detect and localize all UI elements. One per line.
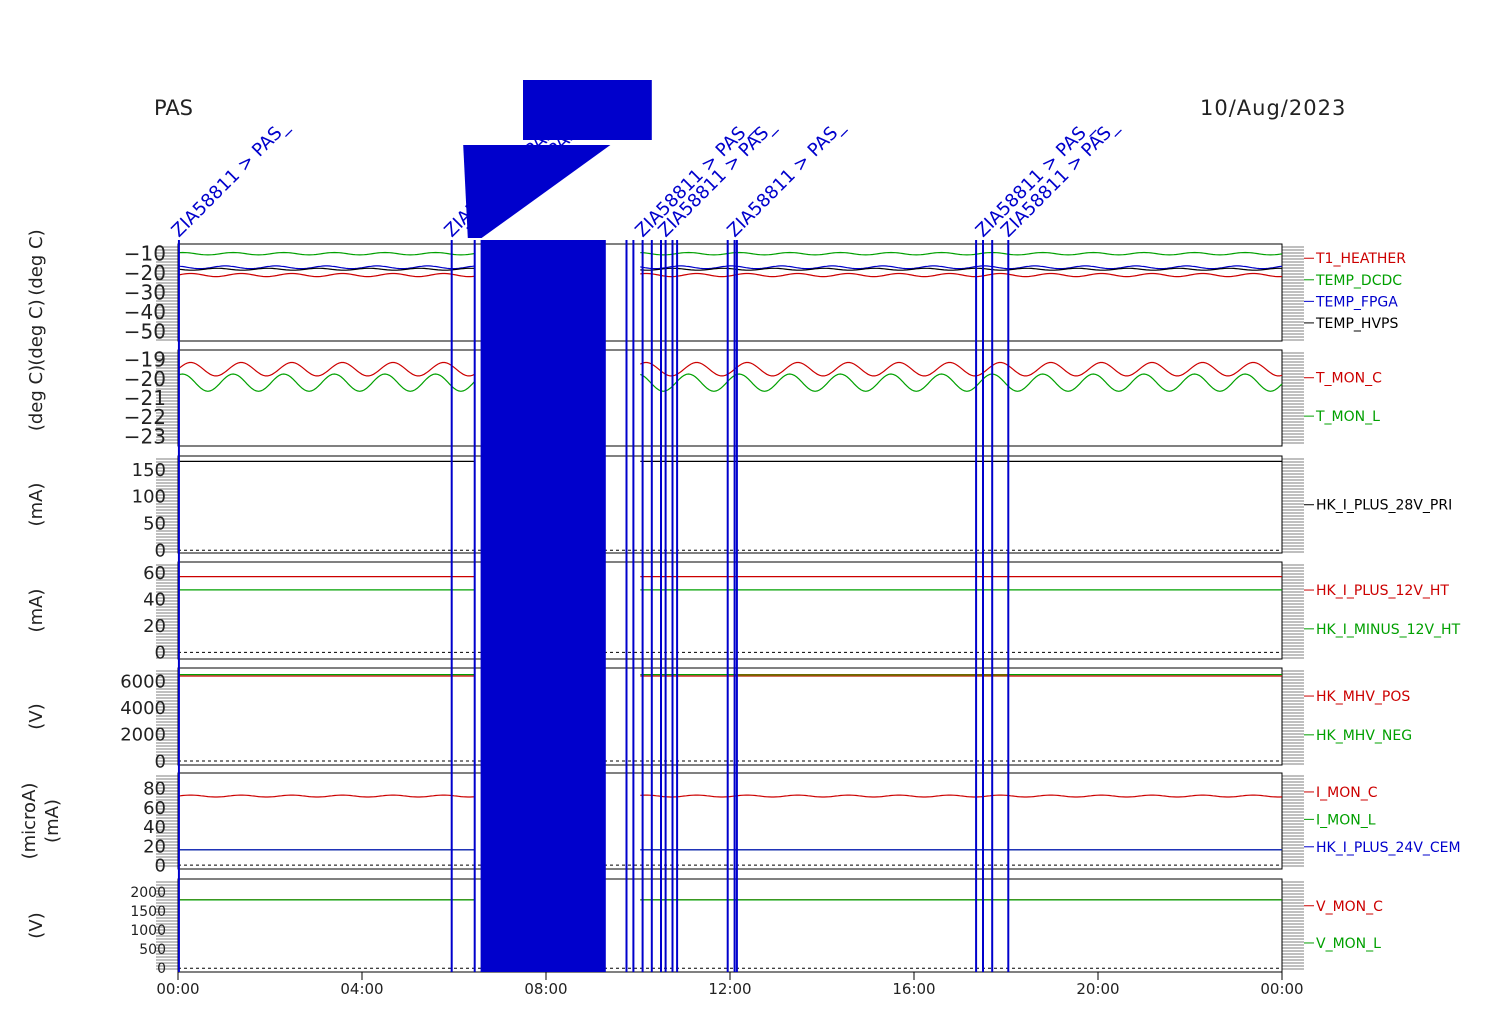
y-axis-label: (microA) bbox=[19, 783, 40, 860]
y-tick-label: 1000 bbox=[130, 923, 166, 939]
y-tick-label: 80 bbox=[143, 779, 166, 800]
panel-frame bbox=[177, 243, 1283, 342]
x-tick-label: 00:00 bbox=[156, 980, 199, 998]
event-label: ZIA58811 > PAS_ bbox=[997, 116, 1123, 242]
event-label: ZIA58811 > PAS_ bbox=[654, 116, 780, 242]
y-tick-label: 0 bbox=[155, 541, 166, 562]
x-tick-label: 12:00 bbox=[708, 980, 751, 998]
x-tick-label: 16:00 bbox=[892, 980, 935, 998]
dense-event-block bbox=[481, 240, 606, 972]
x-tick-label: 20:00 bbox=[1076, 980, 1119, 998]
y-axis-label: (mA) bbox=[26, 483, 47, 527]
legend-label: I_MON_L bbox=[1316, 812, 1376, 828]
y-tick-label: 500 bbox=[139, 942, 166, 958]
y-tick-label: 20 bbox=[143, 836, 166, 857]
y-tick-label: 60 bbox=[143, 798, 166, 819]
legend-label: HK_MHV_NEG bbox=[1316, 728, 1412, 744]
y-tick-label: 2000 bbox=[120, 725, 166, 746]
y-axis-label-secondary: (deg C) bbox=[26, 229, 47, 295]
x-tick-label: 08:00 bbox=[524, 980, 567, 998]
y-tick-label: 0 bbox=[155, 855, 166, 876]
legend-label: T_MON_L bbox=[1315, 409, 1380, 425]
y-tick-label: 0 bbox=[155, 751, 166, 772]
y-axis-label: (deg C) bbox=[26, 365, 47, 431]
y-axis-label: (V) bbox=[26, 703, 47, 729]
series-line bbox=[177, 272, 475, 278]
y-axis-label-secondary: (mA) bbox=[42, 799, 63, 843]
legend-label: TEMP_FPGA bbox=[1315, 294, 1398, 310]
panel-frame bbox=[177, 878, 1283, 973]
y-tick-label: 20 bbox=[143, 616, 166, 637]
housekeeping-stacked-chart: −10−20−30−40−50(deg C)(deg C) T1_HEATHERT… bbox=[19, 80, 1461, 998]
legend-label: TEMP_HVPS bbox=[1315, 316, 1398, 332]
event-label: ZIA58811 > PAS_ bbox=[168, 116, 294, 242]
y-axis-label: (deg C) bbox=[26, 299, 47, 365]
event-label-cluster bbox=[523, 80, 652, 140]
y-tick-label: 100 bbox=[132, 487, 166, 508]
y-tick-label: 40 bbox=[143, 590, 166, 611]
legend-label: HK_I_PLUS_12V_HT bbox=[1316, 583, 1449, 599]
panel-frame bbox=[177, 455, 1283, 554]
panel-frame bbox=[177, 772, 1283, 870]
x-tick-label: 00:00 bbox=[1260, 980, 1303, 998]
series-line bbox=[177, 361, 475, 377]
x-tick-label: 04:00 bbox=[340, 980, 383, 998]
series-line bbox=[177, 251, 475, 256]
y-tick-label: 40 bbox=[143, 817, 166, 838]
y-tick-label: 6000 bbox=[120, 672, 166, 693]
event-label-cluster bbox=[463, 145, 611, 238]
legend-label: V_MON_C bbox=[1316, 899, 1383, 915]
y-tick-label: −23 bbox=[124, 424, 166, 448]
series-line bbox=[177, 267, 475, 271]
y-tick-label: −50 bbox=[124, 319, 166, 343]
event-label: ZIA58811 > PAS_ bbox=[972, 116, 1098, 242]
legend-label: T_MON_C bbox=[1315, 371, 1382, 387]
panel-frame bbox=[177, 667, 1283, 766]
series-line bbox=[177, 794, 475, 798]
legend-label: HK_MHV_POS bbox=[1316, 689, 1410, 705]
legend-label: V_MON_L bbox=[1316, 936, 1381, 952]
y-tick-label: 0 bbox=[155, 643, 166, 664]
legend-label: I_MON_C bbox=[1316, 785, 1378, 801]
y-axis-label: (V) bbox=[26, 912, 47, 938]
series-line bbox=[177, 373, 476, 392]
y-tick-label: 60 bbox=[143, 563, 166, 584]
panel-frame bbox=[177, 349, 1283, 447]
y-axis-label: (mA) bbox=[26, 589, 47, 633]
y-tick-label: 150 bbox=[132, 460, 166, 481]
y-tick-label: 0 bbox=[157, 961, 166, 977]
y-tick-label: 4000 bbox=[120, 698, 166, 719]
legend-label: TEMP_DCDC bbox=[1315, 273, 1402, 289]
legend-label: HK_I_PLUS_28V_PRI bbox=[1316, 498, 1452, 514]
legend-label: T1_HEATHER bbox=[1315, 251, 1406, 267]
y-tick-label: 1500 bbox=[130, 904, 166, 920]
y-tick-label: 2000 bbox=[130, 885, 166, 901]
legend-label: HK_I_MINUS_12V_HT bbox=[1316, 622, 1461, 638]
y-tick-label: 50 bbox=[143, 514, 166, 535]
legend-label: HK_I_PLUS_24V_CEM bbox=[1316, 840, 1461, 856]
